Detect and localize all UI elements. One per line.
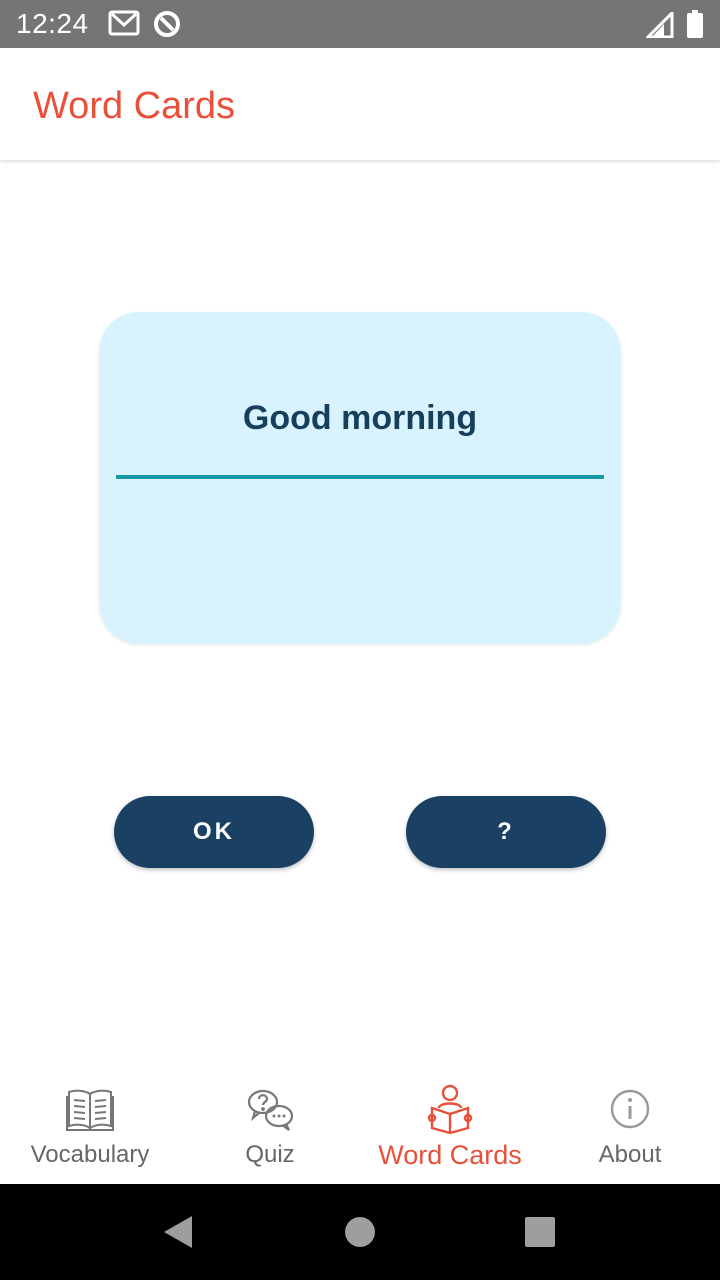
nav-item-vocabulary[interactable]: Vocabulary	[0, 1072, 180, 1184]
nav-item-about[interactable]: About	[540, 1072, 720, 1184]
signal-icon	[646, 12, 674, 38]
nav-label-about: About	[598, 1141, 662, 1168]
data-saver-icon	[154, 11, 180, 37]
reader-icon	[427, 1084, 473, 1134]
info-icon	[610, 1089, 650, 1129]
hint-button[interactable]: ?	[406, 796, 606, 868]
system-navigation-bar	[0, 1184, 720, 1280]
answer-input-underline[interactable]	[116, 475, 604, 479]
status-bar: 12:24	[0, 0, 720, 48]
home-icon[interactable]	[344, 1216, 376, 1248]
card-word: Good morning	[242, 399, 478, 437]
nav-item-word-cards[interactable]: Word Cards	[360, 1072, 540, 1184]
chat-question-icon	[247, 1089, 294, 1131]
app-bar: Word Cards	[0, 48, 720, 160]
bottom-navigation: Vocabulary Quiz Word Cards About	[0, 1072, 720, 1184]
nav-label-quiz: Quiz	[245, 1141, 295, 1168]
recents-icon[interactable]	[524, 1216, 556, 1248]
back-icon[interactable]	[162, 1214, 194, 1250]
battery-icon	[687, 10, 703, 38]
screen: 12:24 Word Cards Good morning OK ? Vocab…	[0, 0, 720, 1280]
gmail-icon	[108, 10, 140, 36]
word-card: Good morning	[99, 312, 621, 644]
nav-item-quiz[interactable]: Quiz	[180, 1072, 360, 1184]
nav-label-word-cards: Word Cards	[378, 1140, 522, 1170]
nav-label-vocabulary: Vocabulary	[30, 1141, 150, 1168]
status-time: 12:24	[16, 8, 89, 39]
page-title: Word Cards	[33, 85, 236, 127]
book-icon	[66, 1089, 114, 1131]
ok-button[interactable]: OK	[114, 796, 314, 868]
